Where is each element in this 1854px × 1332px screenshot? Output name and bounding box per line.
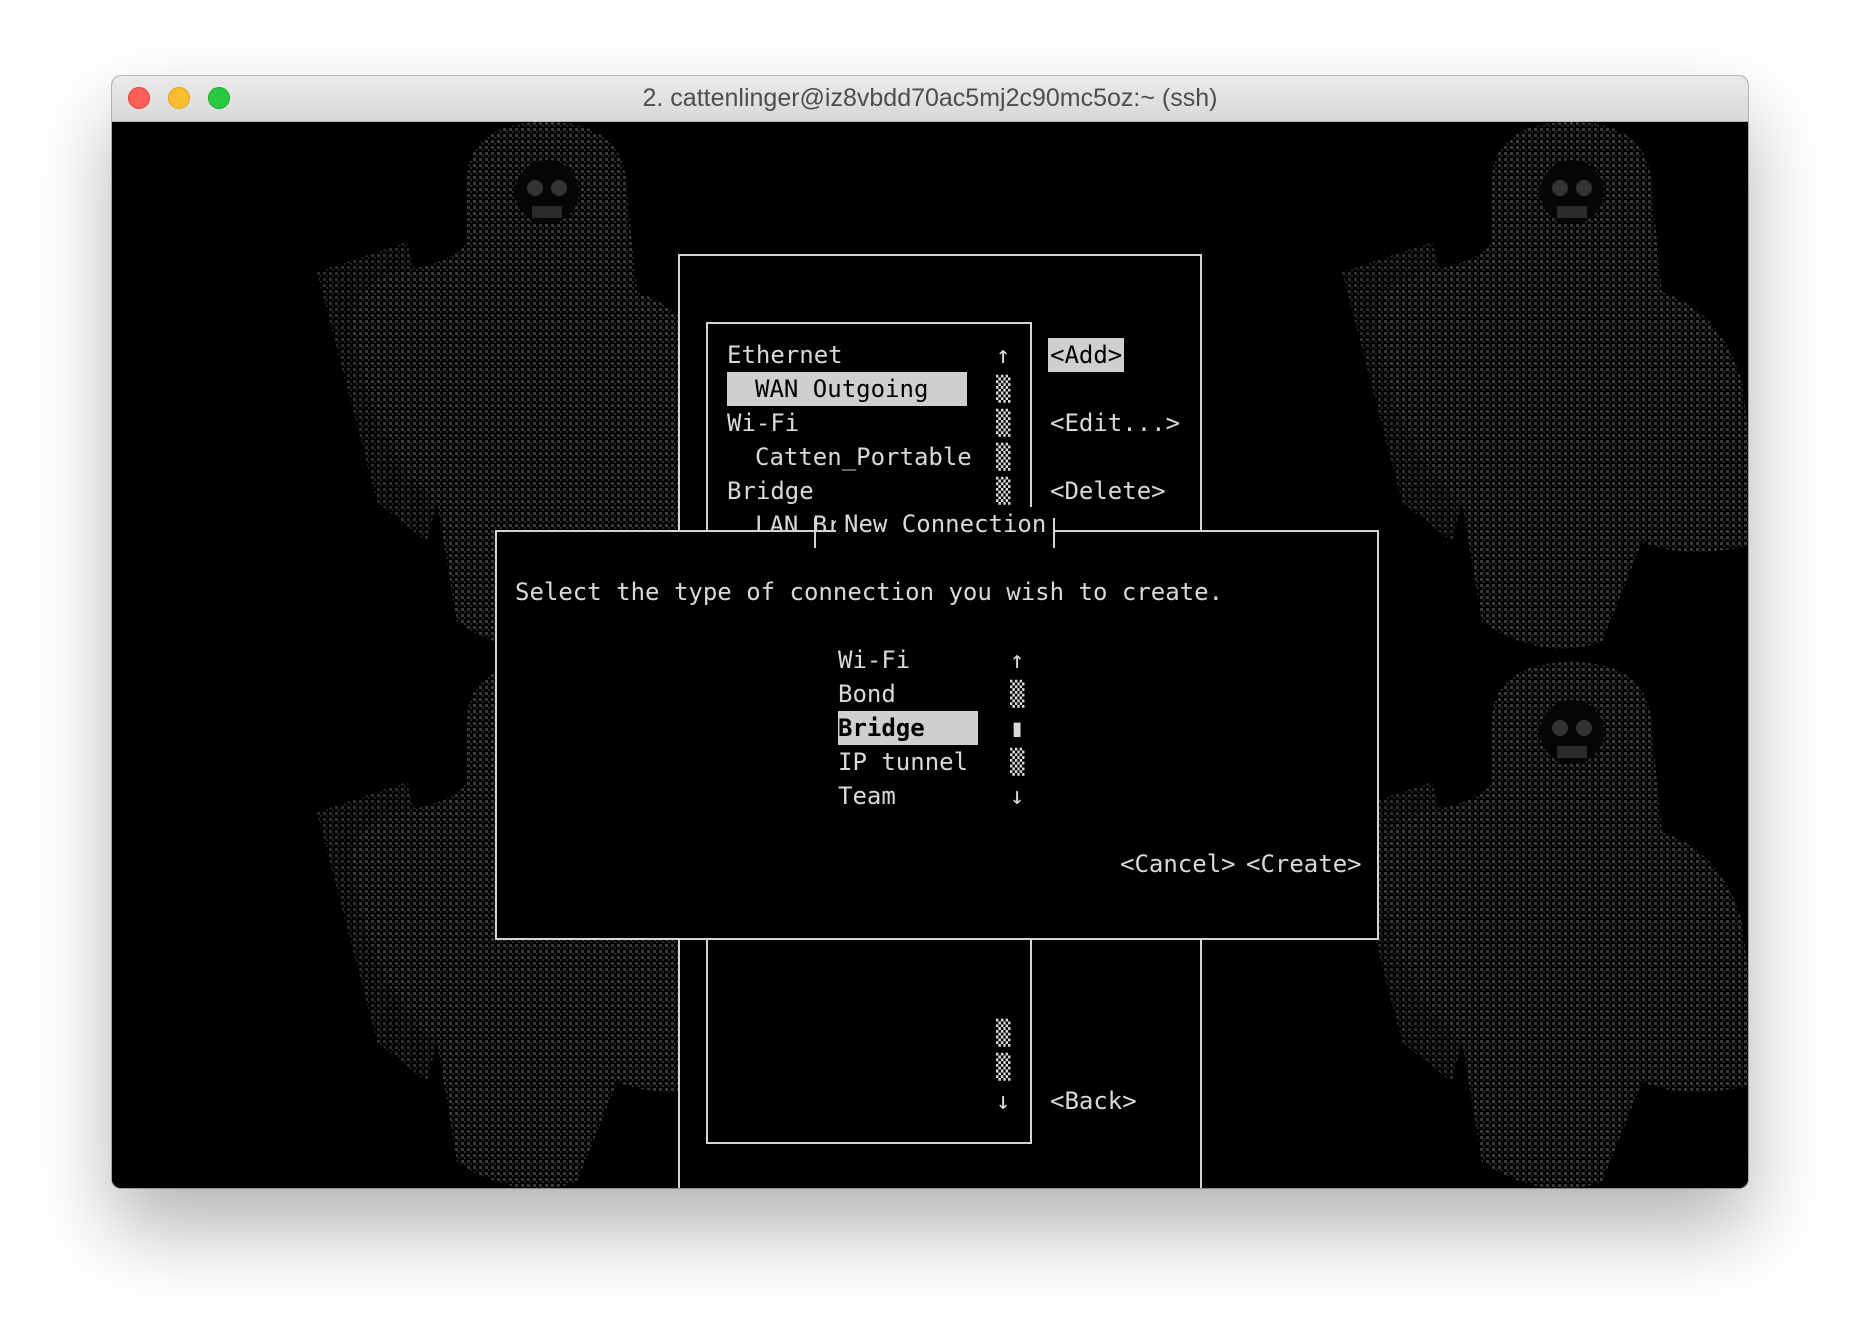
list-item-catten-portable[interactable]: Catten_Portable — [755, 440, 972, 474]
cancel-button[interactable]: <Cancel> — [1120, 847, 1236, 881]
scroll-down-arrow[interactable]: ↓ — [996, 1084, 1010, 1118]
dialog-title: New Connection — [836, 507, 1055, 541]
list-item-bridge[interactable]: Bridge — [727, 474, 814, 508]
scrollbar-track: ▒ — [996, 477, 1011, 505]
title-bar[interactable]: 2. cattenlinger@iz8vbdd70ac5mj2c90mc5oz:… — [112, 76, 1748, 122]
type-scroll-up-arrow[interactable]: ↑ — [1010, 643, 1024, 677]
edit-button[interactable]: <Edit...> — [1050, 406, 1180, 440]
add-button[interactable]: <Add> — [1048, 338, 1125, 372]
scroll-up-arrow[interactable]: ↑ — [996, 338, 1010, 372]
create-button[interactable]: <Create> — [1246, 847, 1362, 881]
dialog-title-bar-right — [1053, 518, 1055, 548]
delete-button[interactable]: <Delete> — [1050, 474, 1166, 508]
type-scroll-down-arrow[interactable]: ↓ — [1010, 779, 1024, 813]
list-item-ethernet[interactable]: Ethernet — [727, 338, 843, 372]
terminal-window: 2. cattenlinger@iz8vbdd70ac5mj2c90mc5oz:… — [112, 76, 1748, 1188]
type-option-team[interactable]: Team — [838, 779, 896, 813]
scrollbar-track: ▒ — [996, 375, 1011, 403]
dialog-title-bar-left — [814, 518, 816, 548]
type-scrollbar-track: ▒ — [1010, 748, 1025, 776]
type-option-bridge-selected[interactable]: Bridge — [838, 711, 978, 745]
terminal-area[interactable]: Ethernet ↑ WAN Outgoing ▒ Wi-Fi ▒ Catten… — [112, 122, 1748, 1188]
type-option-ip-tunnel[interactable]: IP tunnel — [838, 745, 968, 779]
scrollbar-track: ▒ — [996, 443, 1011, 471]
window-title: 2. cattenlinger@iz8vbdd70ac5mj2c90mc5oz:… — [642, 84, 1218, 112]
scrollbar-track: ▒ — [996, 1053, 1011, 1081]
scrollbar-track: ▒ — [996, 1019, 1011, 1047]
list-item-wifi[interactable]: Wi-Fi — [727, 406, 799, 440]
scrollbar-track: ▒ — [996, 409, 1011, 437]
type-option-wifi[interactable]: Wi-Fi — [838, 643, 910, 677]
type-scrollbar-track: ▒ — [1010, 680, 1025, 708]
type-scrollbar-thumb: ▮ — [1010, 714, 1025, 742]
back-button[interactable]: <Back> — [1050, 1084, 1137, 1118]
dialog-prompt: Select the type of connection you wish t… — [515, 578, 1224, 606]
list-item-wan-outgoing[interactable]: WAN Outgoing — [727, 372, 967, 406]
type-option-bond[interactable]: Bond — [838, 677, 896, 711]
